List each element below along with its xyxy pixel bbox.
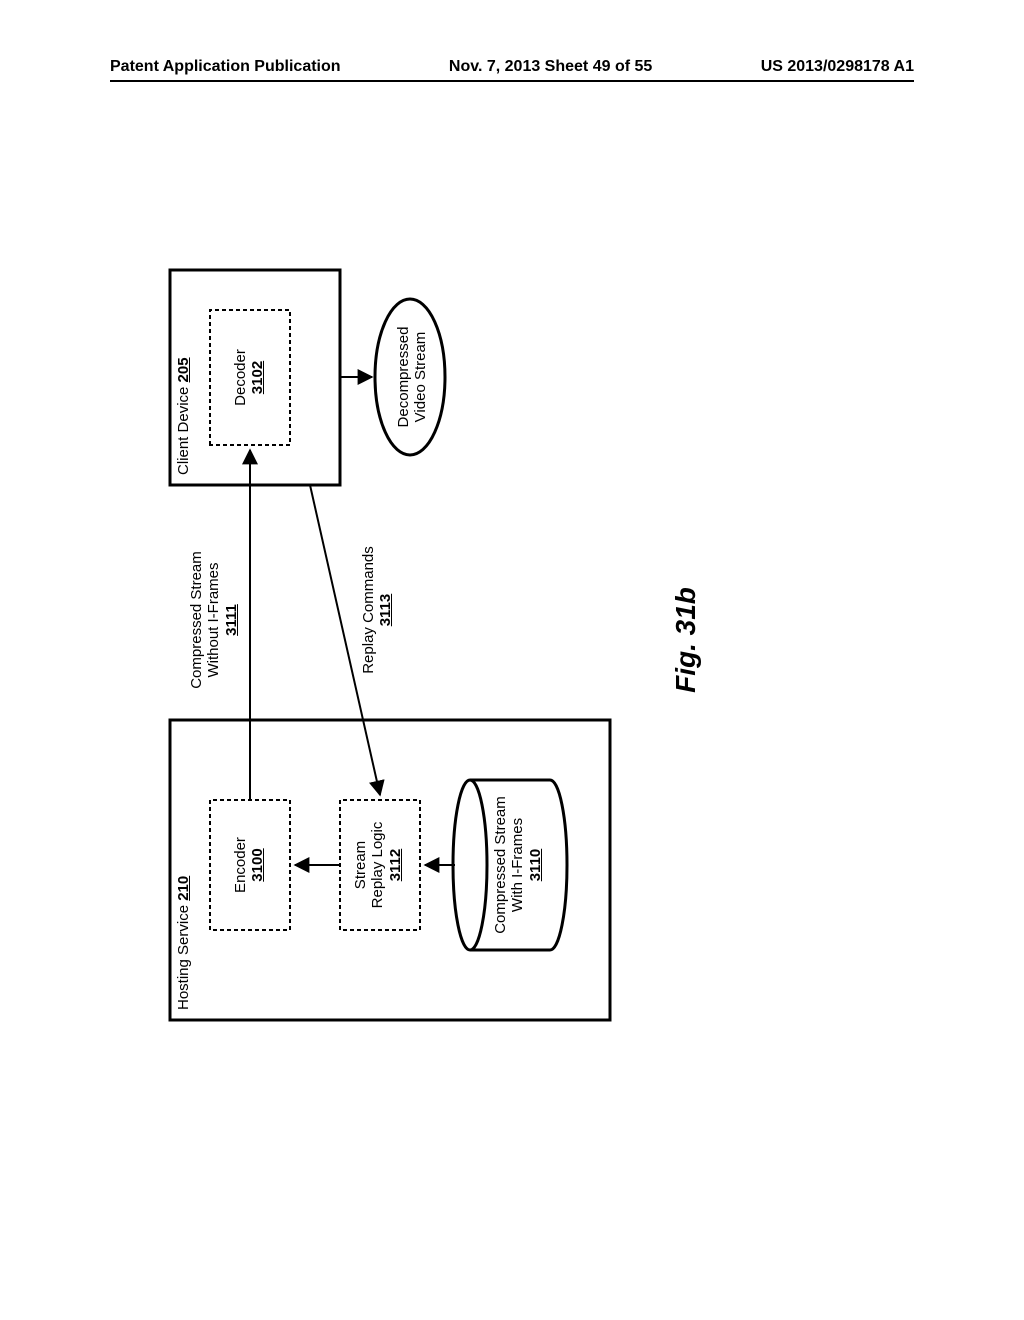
replay-logic-l2: Replay Logic xyxy=(369,822,386,909)
storage-label: Compressed Stream With I-Frames 3110 xyxy=(492,780,544,950)
stream-l2: Without I-Frames xyxy=(205,562,222,677)
compressed-stream-label: Compressed Stream Without I-Frames 3111 xyxy=(188,530,240,710)
replay-cmd-l: Replay Commands xyxy=(360,546,377,674)
replay-logic-num: 3112 xyxy=(387,849,404,882)
output-l1: Decompressed xyxy=(395,327,412,428)
replay-logic-box-label: Stream Replay Logic 3112 xyxy=(352,800,404,930)
encoder-box-label: Encoder 3100 xyxy=(232,800,267,930)
hosting-service-label: Hosting Service xyxy=(175,905,192,1010)
output-l2: Video Stream xyxy=(412,332,429,423)
client-device-num: 205 xyxy=(175,357,192,382)
hosting-service-title: Hosting Service 210 xyxy=(175,876,192,1010)
client-device-title: Client Device 205 xyxy=(175,357,192,475)
replay-logic-l1: Stream xyxy=(352,841,369,889)
page-header: Patent Application Publication Nov. 7, 2… xyxy=(110,58,914,82)
storage-num: 3110 xyxy=(527,849,544,882)
decoder-num: 3102 xyxy=(249,361,266,394)
header-right: US 2013/0298178 A1 xyxy=(761,58,914,76)
figure-caption: Fig. 31b xyxy=(670,540,702,740)
encoder-num: 3100 xyxy=(249,848,266,881)
replay-cmd-num: 3113 xyxy=(377,594,394,627)
decoder-box-label: Decoder 3102 xyxy=(232,310,267,445)
encoder-label: Encoder xyxy=(232,837,249,893)
stream-num: 3111 xyxy=(223,604,240,636)
figure-31b: Hosting Service 210 Encoder 3100 Stream … xyxy=(110,240,930,1040)
header-left: Patent Application Publication xyxy=(110,58,341,76)
decoder-label: Decoder xyxy=(232,349,249,406)
storage-l1: Compressed Stream xyxy=(492,796,509,934)
replay-commands-label: Replay Commands 3113 xyxy=(360,520,395,700)
hosting-service-num: 210 xyxy=(175,876,192,901)
stream-l1: Compressed Stream xyxy=(188,551,205,689)
client-device-label: Client Device xyxy=(175,387,192,475)
header-mid: Nov. 7, 2013 Sheet 49 of 55 xyxy=(341,58,761,76)
storage-l2: With I-Frames xyxy=(509,818,526,912)
output-ellipse-label: Decompressed Video Stream xyxy=(395,309,430,445)
page: Patent Application Publication Nov. 7, 2… xyxy=(0,0,1024,1320)
